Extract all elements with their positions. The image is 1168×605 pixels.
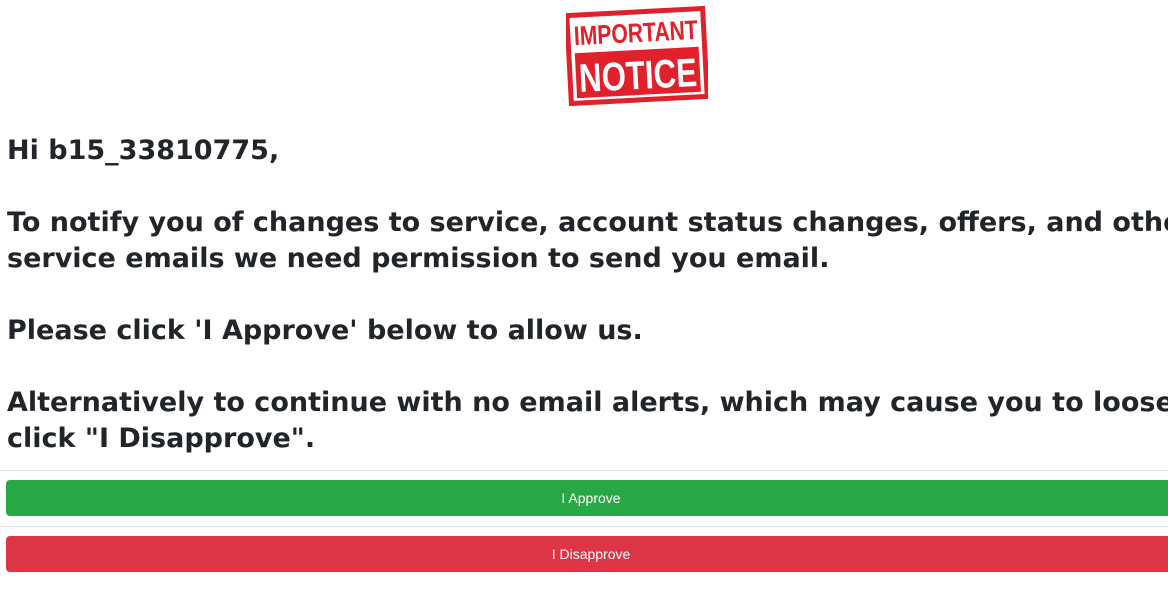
- logo-line2: NOTICE: [578, 51, 698, 101]
- notice-message: Hi b15_33810775, To notify you of change…: [7, 133, 1168, 457]
- divider-middle: [0, 526, 1168, 527]
- notice-page: IMPORTANT NOTICE Hi b15_33810775, To not…: [0, 0, 1168, 605]
- stamp-icon: IMPORTANT NOTICE: [564, 5, 710, 107]
- greeting-text: Hi b15_33810775,: [7, 135, 280, 166]
- paragraph-service-line1: To notify you of changes to service, acc…: [7, 207, 1168, 238]
- important-notice-logo: IMPORTANT NOTICE: [564, 5, 710, 107]
- disapprove-button[interactable]: I Disapprove: [6, 536, 1168, 572]
- paragraph-alternative-line1: Alternatively to continue with no email …: [7, 387, 1168, 418]
- divider-top: [0, 470, 1168, 471]
- paragraph-service-line2: service emails we need permission to sen…: [7, 243, 830, 274]
- paragraph-approve-instruction: Please click 'I Approve' below to allow …: [7, 315, 643, 346]
- paragraph-alternative-line2: click "I Disapprove".: [7, 423, 316, 454]
- approve-button[interactable]: I Approve: [6, 480, 1168, 516]
